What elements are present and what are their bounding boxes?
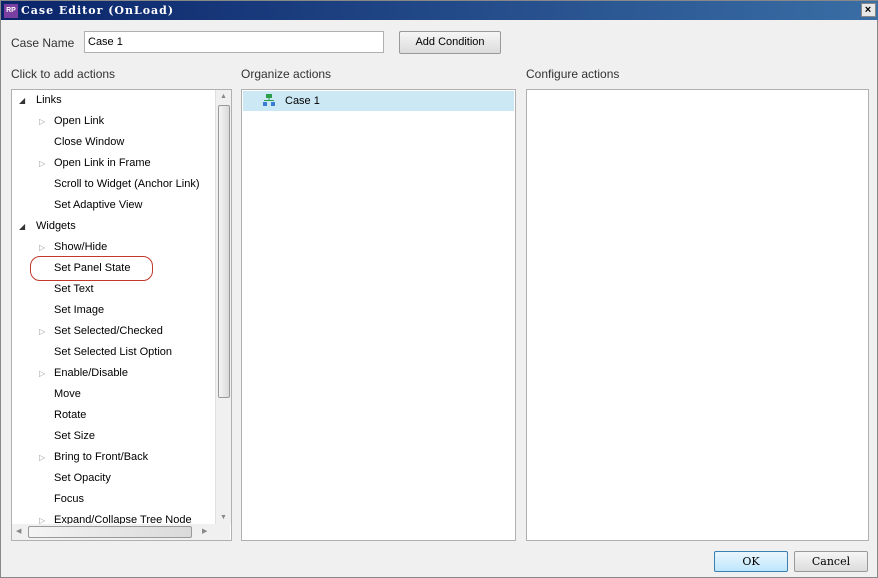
tree-item-label: Set Size xyxy=(54,430,95,442)
configure-actions-panel xyxy=(526,89,869,541)
app-icon: RP xyxy=(4,4,18,18)
tree-item[interactable]: Move xyxy=(12,384,212,405)
scroll-down-icon[interactable]: ▼ xyxy=(220,514,227,521)
expand-arrow-icon[interactable]: ▷ xyxy=(39,363,45,384)
tree-item[interactable]: ▷ Show/Hide xyxy=(12,237,212,258)
tree-item-label: Show/Hide xyxy=(54,241,108,253)
vertical-scrollbar[interactable]: ▲ ▼ xyxy=(215,90,231,524)
tree-item-label: Widgets xyxy=(36,220,76,232)
tree-item[interactable]: ▷ Enable/Disable xyxy=(12,363,212,384)
case-name-input[interactable]: Case 1 xyxy=(84,31,384,53)
title-bar: RP Case Editor (OnLoad) × xyxy=(1,1,878,20)
tree-item-label: Close Window xyxy=(54,136,125,148)
tree-item[interactable]: Set Size xyxy=(12,426,212,447)
tree-group[interactable]: ◢ Links xyxy=(12,90,212,111)
actions-tree: ◢ Links ▷ Open Link Close Window ▷ Open Link i… xyxy=(12,90,215,524)
close-button[interactable]: × xyxy=(861,3,876,17)
tree-item-label: Set Selected/Checked xyxy=(54,325,163,337)
highlight-circle xyxy=(30,256,153,281)
expand-arrow-icon[interactable]: ▷ xyxy=(39,237,45,258)
tree-item-label: Scroll to Widget (Anchor Link) xyxy=(54,178,200,190)
tree-item[interactable]: Set Selected List Option xyxy=(12,342,212,363)
expand-arrow-icon[interactable]: ▷ xyxy=(39,153,45,174)
tree-item[interactable]: Set Adaptive View xyxy=(12,195,212,216)
tree-item-label: Set Adaptive View xyxy=(54,199,143,211)
window-title: Case Editor (OnLoad) xyxy=(21,4,175,17)
actions-tree-panel: ◢ Links ▷ Open Link Close Window ▷ Open Link i… xyxy=(11,89,232,541)
tree-item-label: Bring to Front/Back xyxy=(54,451,149,463)
horizontal-scroll-thumb[interactable] xyxy=(28,526,192,538)
case-item[interactable]: Case 1 xyxy=(243,91,514,111)
case-icon xyxy=(263,94,275,106)
tree-item-label: Set Text xyxy=(54,283,94,295)
tree-item[interactable]: ▷ Set Selected/Checked xyxy=(12,321,212,342)
tree-item[interactable]: ▷ Bring to Front/Back xyxy=(12,447,212,468)
tree-item-label: Set Selected List Option xyxy=(54,346,173,358)
case-label: Case 1 xyxy=(285,95,320,107)
tree-item-label: Links xyxy=(36,94,62,106)
tree-item[interactable]: ▷ Expand/Collapse Tree Node xyxy=(12,510,212,524)
tree-item-label: Rotate xyxy=(54,409,87,421)
organize-actions-panel: Case 1 xyxy=(241,89,516,541)
tree-item-label: Enable/Disable xyxy=(54,367,128,379)
tree-item[interactable]: ▷ Open Link xyxy=(12,111,212,132)
scroll-up-icon[interactable]: ▲ xyxy=(220,93,227,100)
horizontal-scrollbar[interactable]: ◀ ▶ xyxy=(12,524,230,540)
cancel-button[interactable]: Cancel xyxy=(794,551,868,572)
expand-arrow-icon[interactable]: ▷ xyxy=(39,510,45,524)
case-name-label: Case Name xyxy=(11,36,75,50)
collapse-arrow-icon[interactable]: ◢ xyxy=(19,90,25,111)
tree-item[interactable]: Set Text xyxy=(12,279,212,300)
tree-item[interactable]: Scroll to Widget (Anchor Link) xyxy=(12,174,212,195)
expand-arrow-icon[interactable]: ▷ xyxy=(39,447,45,468)
tree-item-label: Open Link xyxy=(54,115,105,127)
tree-item-label: Set Image xyxy=(54,304,105,316)
add-actions-label: Click to add actions xyxy=(11,67,116,81)
tree-item[interactable]: Close Window xyxy=(12,132,212,153)
configure-actions-label: Configure actions xyxy=(526,67,620,81)
tree-item-label: Open Link in Frame xyxy=(54,157,151,169)
tree-item-label: Expand/Collapse Tree Node xyxy=(54,514,192,524)
tree-group[interactable]: ◢ Widgets xyxy=(12,216,212,237)
expand-arrow-icon[interactable]: ▷ xyxy=(39,321,45,342)
tree-item-label: Set Opacity xyxy=(54,472,111,484)
scroll-right-icon[interactable]: ▶ xyxy=(202,527,207,535)
collapse-arrow-icon[interactable]: ◢ xyxy=(19,216,25,237)
scroll-left-icon[interactable]: ◀ xyxy=(16,527,21,535)
add-condition-button[interactable]: Add Condition xyxy=(399,31,501,54)
organize-actions-label: Organize actions xyxy=(241,67,332,81)
tree-item[interactable]: Rotate xyxy=(12,405,212,426)
tree-item[interactable]: Set Image xyxy=(12,300,212,321)
tree-item-label: Move xyxy=(54,388,81,400)
ok-button[interactable]: OK xyxy=(714,551,788,572)
vertical-scroll-thumb[interactable] xyxy=(218,105,230,398)
tree-item[interactable]: ▷ Open Link in Frame xyxy=(12,153,212,174)
tree-item[interactable]: Focus xyxy=(12,489,212,510)
expand-arrow-icon[interactable]: ▷ xyxy=(39,111,45,132)
tree-item[interactable]: Set Opacity xyxy=(12,468,212,489)
tree-item-label: Focus xyxy=(54,493,84,505)
